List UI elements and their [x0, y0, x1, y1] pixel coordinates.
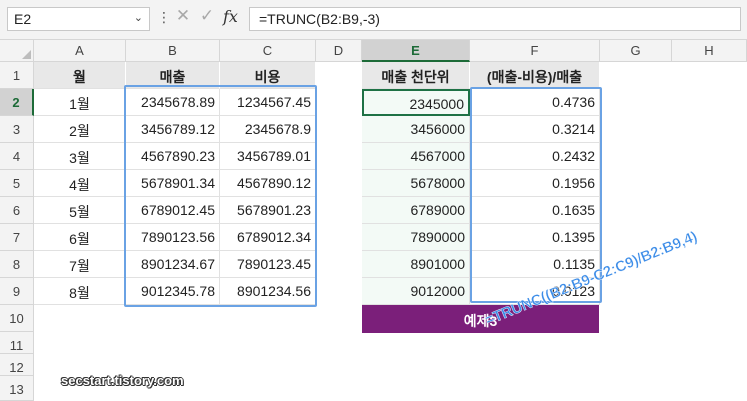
cell-cost[interactable]: 6789012.34 [220, 224, 316, 251]
header-cell-sales[interactable]: 매출 [126, 62, 220, 89]
column-header-b[interactable]: B [126, 40, 220, 62]
cell-sales[interactable]: 4567890.23 [126, 143, 220, 170]
watermark: secstart.tistory.com [61, 373, 184, 388]
column-header-h[interactable]: H [672, 40, 747, 62]
cell-margin-ratio[interactable]: 0.4736 [470, 89, 600, 116]
formula-bar: E2 ⌄ ⋮ ✕ ✓ fx =TRUNC(B2:B9,-3) [0, 0, 747, 40]
formula-input[interactable]: =TRUNC(B2:B9,-3) [249, 7, 741, 31]
cell-sales-thousands[interactable]: 4567000 [362, 143, 470, 170]
cell-sales[interactable]: 9012345.78 [126, 278, 220, 305]
row-header-2[interactable]: 2 [0, 89, 34, 116]
column-header-f[interactable]: F [470, 40, 600, 62]
cell-sales-thousands[interactable]: 3456000 [362, 116, 470, 143]
cell-sales-thousands[interactable]: 5678000 [362, 170, 470, 197]
cell-sales[interactable]: 2345678.89 [126, 89, 220, 116]
cell-month[interactable]: 6월 [34, 224, 126, 251]
header-cell-sales-thousands[interactable]: 매출 천단위 [362, 62, 470, 89]
column-header-g[interactable]: G [600, 40, 672, 62]
select-all-triangle-icon [22, 50, 31, 59]
cell-cost[interactable]: 4567890.12 [220, 170, 316, 197]
cell-cost[interactable]: 8901234.56 [220, 278, 316, 305]
column-header-c[interactable]: C [220, 40, 316, 62]
row-header-5[interactable]: 5 [0, 170, 34, 197]
header-cell-margin-ratio[interactable]: (매출-비용)/매출 [470, 62, 600, 89]
check-icon[interactable]: ✓ [197, 6, 217, 32]
row-header-1[interactable]: 1 [0, 62, 34, 89]
header-cell-cost[interactable]: 비용 [220, 62, 316, 89]
column-header-e[interactable]: E [362, 40, 470, 62]
name-box-value: E2 [14, 11, 32, 27]
cell-sales[interactable]: 3456789.12 [126, 116, 220, 143]
cell-margin-ratio[interactable]: 0.1395 [470, 224, 600, 251]
example-label-banner: 예제3 [362, 305, 599, 333]
row-header-13[interactable]: 13 [0, 376, 34, 401]
select-all-button[interactable] [0, 40, 34, 62]
cell-sales[interactable]: 5678901.34 [126, 170, 220, 197]
cell-sales-thousands[interactable]: 7890000 [362, 224, 470, 251]
cell-sales[interactable]: 8901234.67 [126, 251, 220, 278]
fx-icon[interactable]: fx [223, 7, 238, 26]
cell-margin-ratio[interactable]: 0.2432 [470, 143, 600, 170]
cell-month[interactable]: 3월 [34, 143, 126, 170]
row-header-11[interactable]: 11 [0, 332, 34, 354]
cell-sales-thousands[interactable]: 6789000 [362, 197, 470, 224]
cell-month[interactable]: 1월 [34, 89, 126, 116]
row-header-6[interactable]: 6 [0, 197, 34, 224]
cell-sales[interactable]: 7890123.56 [126, 224, 220, 251]
column-header-a[interactable]: A [34, 40, 126, 62]
cell-cost[interactable]: 5678901.23 [220, 197, 316, 224]
cell-sales-thousands[interactable]: 8901000 [362, 251, 470, 278]
cell-sales-thousands-active[interactable]: 2345000 [362, 89, 470, 116]
cell-cost[interactable]: 7890123.45 [220, 251, 316, 278]
row-header-7[interactable]: 7 [0, 224, 34, 251]
cell-margin-ratio[interactable]: 0.1956 [470, 170, 600, 197]
cell-cost[interactable]: 3456789.01 [220, 143, 316, 170]
cell-sales-thousands[interactable]: 9012000 [362, 278, 470, 305]
row-header-3[interactable]: 3 [0, 116, 34, 143]
chevron-down-icon[interactable]: ⌄ [134, 11, 143, 24]
row-header-10[interactable]: 10 [0, 305, 34, 332]
cell-month[interactable]: 7월 [34, 251, 126, 278]
cell-month[interactable]: 8월 [34, 278, 126, 305]
column-header-d[interactable]: D [316, 40, 362, 62]
cell-month[interactable]: 4월 [34, 170, 126, 197]
row-header-12[interactable]: 12 [0, 354, 34, 376]
row-header-9[interactable]: 9 [0, 278, 34, 305]
cell-month[interactable]: 2월 [34, 116, 126, 143]
row-header-4[interactable]: 4 [0, 143, 34, 170]
cell-cost[interactable]: 1234567.45 [220, 89, 316, 116]
cell-margin-ratio[interactable]: 0.3214 [470, 116, 600, 143]
cell-month[interactable]: 5월 [34, 197, 126, 224]
cancel-icon[interactable]: ✕ [173, 6, 193, 32]
header-cell-month[interactable]: 월 [34, 62, 126, 89]
cell-margin-ratio[interactable]: 0.1635 [470, 197, 600, 224]
name-box[interactable]: E2 ⌄ [7, 7, 150, 31]
cell-sales[interactable]: 6789012.45 [126, 197, 220, 224]
row-header-8[interactable]: 8 [0, 251, 34, 278]
more-options-icon[interactable]: ⋮ [157, 9, 171, 26]
cell-cost[interactable]: 2345678.9 [220, 116, 316, 143]
